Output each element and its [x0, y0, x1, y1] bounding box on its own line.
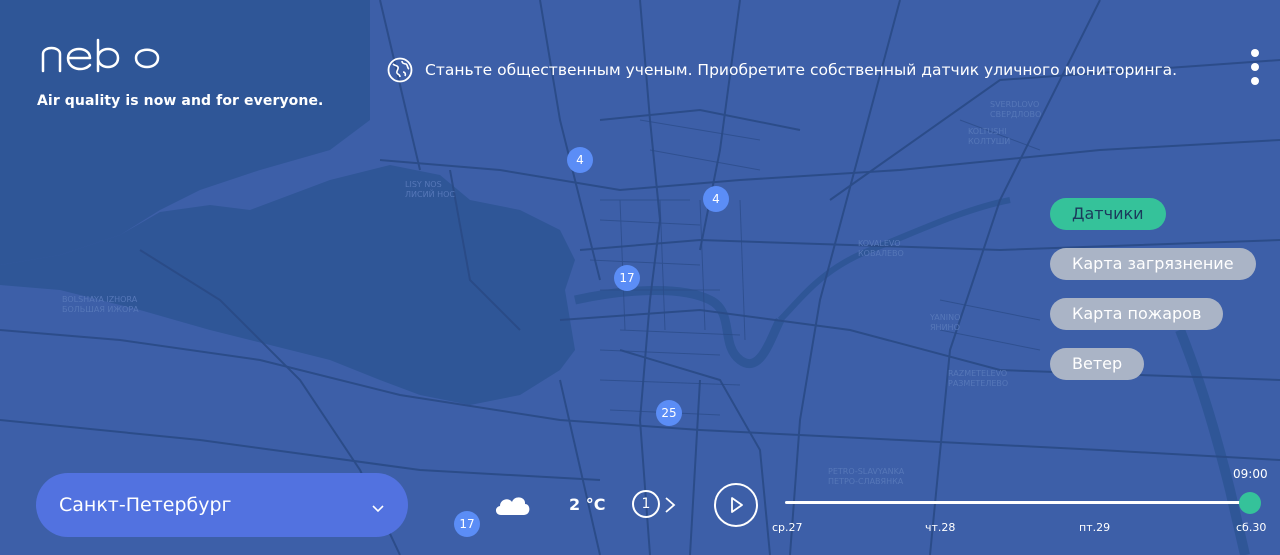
chevron-right-icon[interactable]: [664, 496, 676, 518]
place-label: YANINO: [929, 313, 960, 322]
timeline-thumb[interactable]: [1239, 492, 1261, 514]
layer-button-pollution-map[interactable]: Карта загрязнение: [1050, 248, 1256, 280]
place-label: ЯНИНО: [930, 323, 960, 332]
place-label: ПЕТРО-СЛАВЯНКА: [828, 477, 904, 486]
place-label: КОВАЛЕВО: [858, 249, 904, 258]
place-label: SVERDLOVO: [990, 100, 1039, 109]
place-label: СВЕРДЛОВО: [990, 110, 1041, 119]
globe-icon: [387, 57, 413, 83]
place-label: KOVALEVO: [858, 239, 901, 248]
kebab-menu-icon[interactable]: [1251, 49, 1261, 89]
sensor-marker[interactable]: 17: [614, 265, 640, 291]
sensor-marker[interactable]: 4: [703, 186, 729, 212]
timeline-day: сб.30: [1236, 521, 1267, 534]
sensor-marker[interactable]: 25: [656, 400, 682, 426]
tagline: Air quality is now and for everyone.: [37, 93, 324, 109]
temperature: 2 °C: [569, 495, 606, 514]
place-label: BOLSHAYA IZHORA: [62, 295, 138, 304]
step-indicator[interactable]: 1: [632, 490, 660, 518]
place-label: БОЛЬШАЯ ИЖОРА: [62, 305, 139, 314]
sensor-marker[interactable]: 4: [567, 147, 593, 173]
layer-button-sensors[interactable]: Датчики: [1050, 198, 1166, 230]
place-label: РАЗМЕТЕЛЕВО: [948, 379, 1008, 388]
place-label: LISY NOS: [405, 180, 442, 189]
citizen-science-banner[interactable]: Станьте общественным ученым. Приобретите…: [387, 57, 1177, 83]
timeline-track[interactable]: [785, 501, 1249, 504]
play-button[interactable]: [714, 483, 758, 527]
place-label: PETRO-SLAVYANKA: [828, 467, 905, 476]
place-label: RAZMETELEVO: [948, 369, 1007, 378]
banner-text: Станьте общественным ученым. Приобретите…: [425, 61, 1178, 79]
nebo-logo[interactable]: [40, 38, 162, 78]
chevron-down-icon: [372, 498, 384, 517]
timeline-day: пт.29: [1079, 521, 1111, 534]
place-label: КОЛТУШИ: [968, 137, 1010, 146]
play-icon: [731, 497, 743, 513]
timeline-day: чт.28: [925, 521, 956, 534]
sensor-marker[interactable]: 17: [454, 511, 480, 537]
layer-button-wind[interactable]: Ветер: [1050, 348, 1145, 380]
city-select[interactable]: Санкт-Петербург: [36, 473, 408, 537]
cloud-icon: [492, 488, 532, 522]
layer-button-fire-map[interactable]: Карта пожаров: [1050, 298, 1224, 330]
place-label: ЛИСИЙ НОС: [405, 188, 455, 199]
current-time: 09:00: [1233, 467, 1268, 481]
timeline-day: ср.27: [772, 521, 803, 534]
city-name: Санкт-Петербург: [59, 494, 232, 516]
place-label: KOLTUSHI: [968, 127, 1007, 136]
